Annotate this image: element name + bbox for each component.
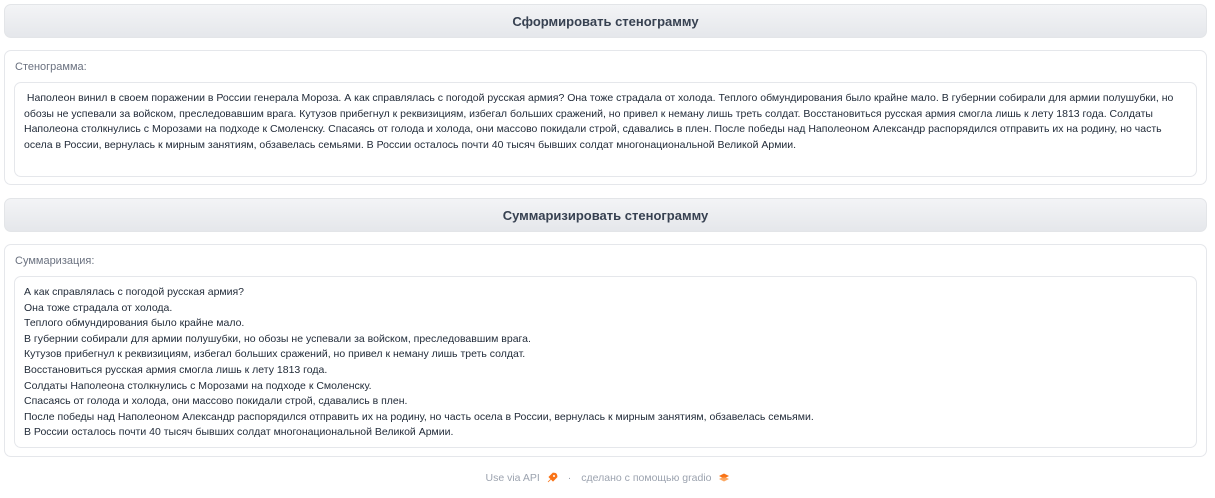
summarize-transcript-button[interactable]: Суммаризировать стенограмму [4,198,1207,232]
footer: Use via API · сделано с помощью gradio [0,470,1215,486]
api-link-label: Use via API [485,472,540,484]
summary-panel: Суммаризация: А как справлялась с погодо… [4,244,1207,457]
transcript-panel: Стенограмма: Наполеон винил в своем пора… [4,50,1207,185]
summary-label: Суммаризация: [15,255,95,267]
transcript-textbox[interactable]: Наполеон винил в своем поражении в Росси… [14,82,1197,177]
gradio-logo-icon [718,472,730,484]
summary-textbox[interactable]: А как справлялась с погодой русская арми… [14,276,1197,448]
transcript-label: Стенограмма: [15,61,87,73]
made-with-label: сделано с помощью gradio [581,472,712,484]
gradio-link[interactable]: сделано с помощью gradio [581,472,711,484]
generate-transcript-button[interactable]: Сформировать стенограмму [4,4,1207,38]
use-via-api-link[interactable]: Use via API [485,472,539,484]
rocket-icon [546,472,558,484]
footer-separator: · [567,472,572,484]
